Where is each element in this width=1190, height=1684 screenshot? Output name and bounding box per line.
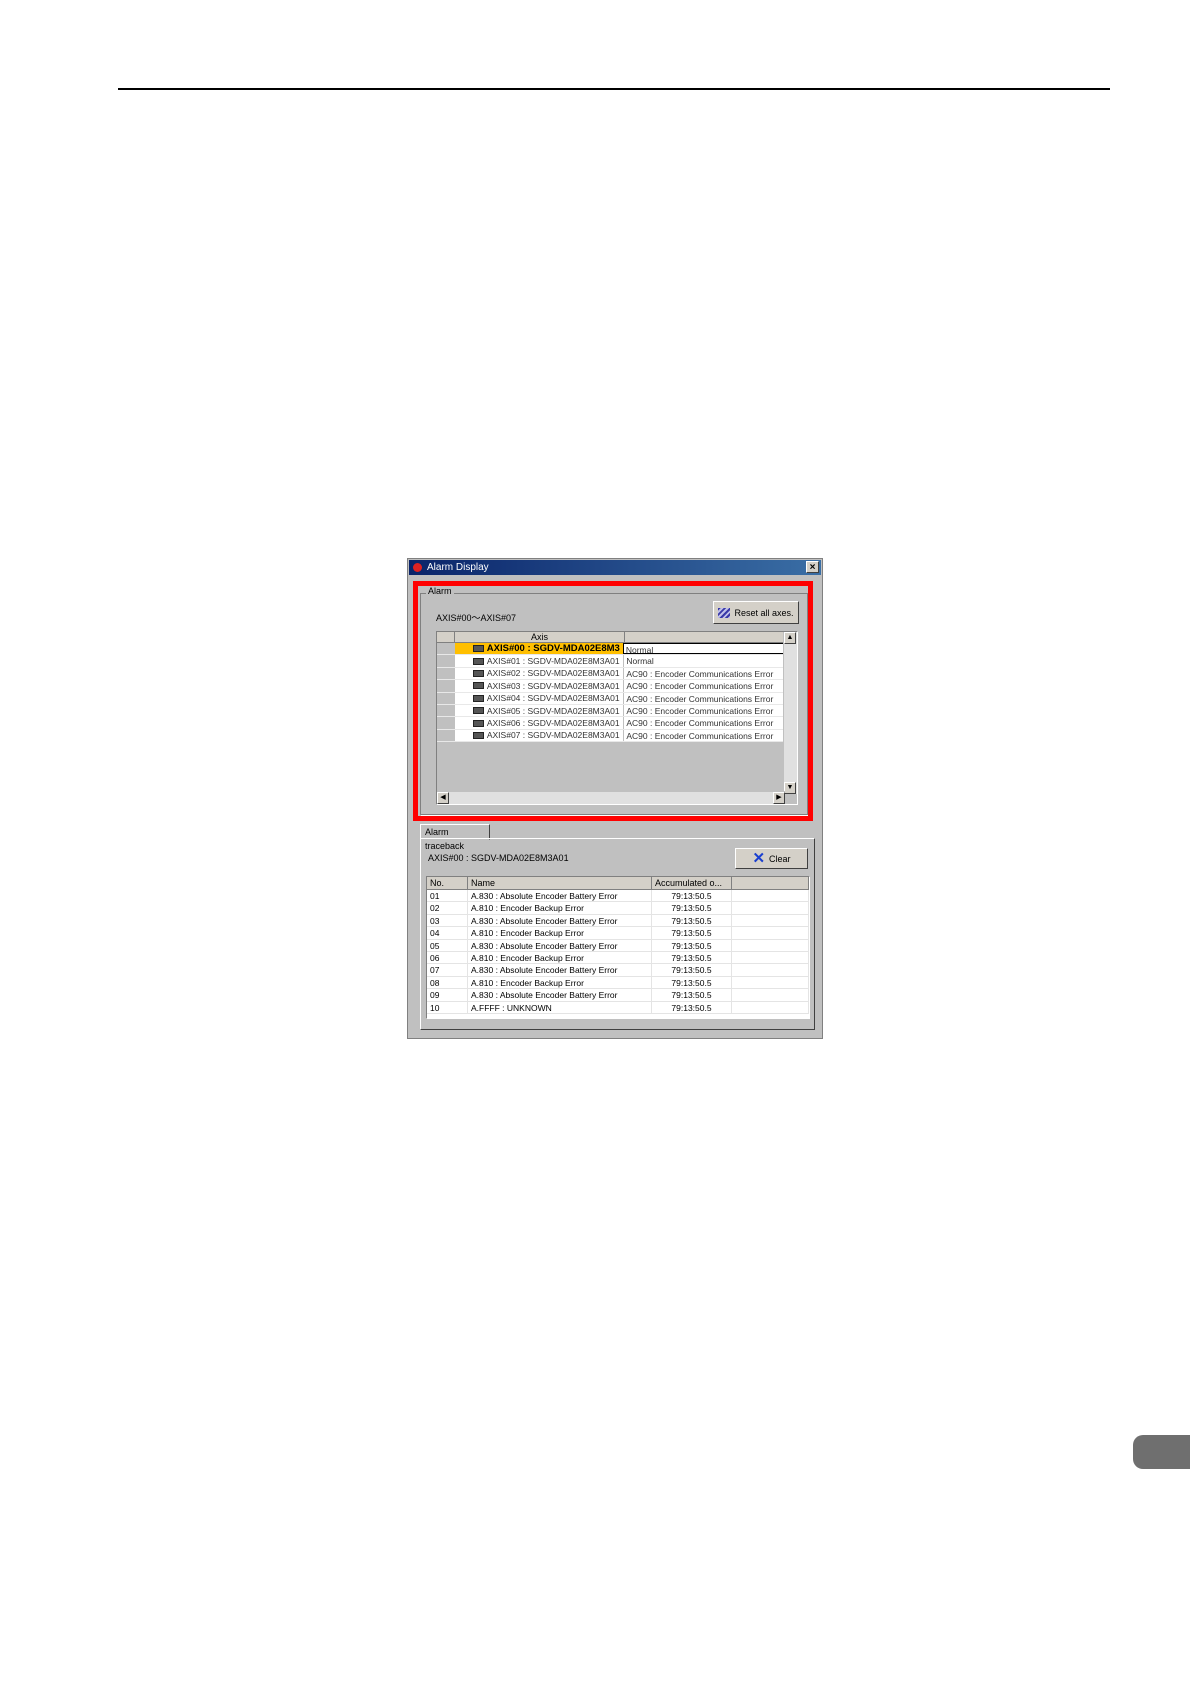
traceback-name: A.FFFF : UNKNOWN (468, 1001, 652, 1013)
top-rule (118, 88, 1110, 90)
traceback-no: 06 (427, 951, 468, 964)
clear-button[interactable]: ✕ Clear (735, 848, 808, 869)
page-side-tab (1133, 1435, 1190, 1469)
traceback-no: 07 (427, 964, 468, 976)
title-bar[interactable]: Alarm Display × (409, 560, 821, 575)
traceback-no: 05 (427, 939, 468, 951)
close-button[interactable]: × (806, 561, 819, 573)
traceback-time: 79:13:50.5 (652, 890, 732, 902)
column-header-name[interactable]: Name (468, 877, 652, 890)
traceback-row[interactable]: 05 A.830 : Absolute Encoder Battery Error… (427, 939, 809, 952)
traceback-row[interactable]: 10 A.FFFF : UNKNOWN 79:13:50.5 (427, 1001, 809, 1014)
traceback-row[interactable]: 02 A.810 : Encoder Backup Error 79:13:50.5 (427, 902, 809, 915)
traceback-extra (732, 927, 809, 939)
traceback-time: 79:13:50.5 (652, 914, 732, 927)
traceback-name: A.810 : Encoder Backup Error (468, 951, 652, 964)
traceback-row[interactable]: 07 A.830 : Absolute Encoder Battery Error… (427, 964, 809, 977)
traceback-table-header: No. Name Accumulated o... (427, 877, 809, 890)
traceback-name: A.830 : Absolute Encoder Battery Error (468, 914, 652, 927)
clear-button-label: Clear (769, 853, 791, 864)
traceback-no: 01 (427, 890, 468, 902)
alarm-display-window: Alarm Display × Alarm AXIS#00～AXIS#07 Re… (407, 558, 823, 1039)
traceback-time: 79:13:50.5 (652, 951, 732, 964)
column-header-accumulated[interactable]: Accumulated o... (652, 877, 732, 890)
alarm-app-icon (413, 563, 422, 572)
traceback-no: 09 (427, 989, 468, 1001)
traceback-name: A.830 : Absolute Encoder Battery Error (468, 964, 652, 976)
column-header-no[interactable]: No. (427, 877, 468, 890)
clear-x-icon: ✕ (752, 849, 766, 867)
traceback-extra (732, 1001, 809, 1013)
traceback-name: A.810 : Encoder Backup Error (468, 927, 652, 939)
traceback-time: 79:13:50.5 (652, 1001, 732, 1013)
traceback-time: 79:13:50.5 (652, 902, 732, 914)
traceback-no: 03 (427, 914, 468, 927)
traceback-extra (732, 902, 809, 914)
traceback-extra (732, 989, 809, 1001)
traceback-extra (732, 914, 809, 927)
traceback-no: 04 (427, 927, 468, 939)
column-header-extra[interactable] (732, 877, 809, 890)
traceback-row[interactable]: 06 A.810 : Encoder Backup Error 79:13:50.5 (427, 951, 809, 965)
traceback-time: 79:13:50.5 (652, 964, 732, 976)
traceback-extra (732, 964, 809, 976)
traceback-time: 79:13:50.5 (652, 927, 732, 939)
traceback-axis-label: AXIS#00 : SGDV-MDA02E8M3A01 (428, 853, 569, 863)
traceback-extra (732, 939, 809, 951)
traceback-row[interactable]: 03 A.830 : Absolute Encoder Battery Error… (427, 914, 809, 928)
traceback-extra (732, 976, 809, 989)
traceback-extra (732, 951, 809, 964)
window-title: Alarm Display (427, 562, 489, 573)
traceback-no: 08 (427, 976, 468, 989)
traceback-row[interactable]: 01 A.830 : Absolute Encoder Battery Error… (427, 890, 809, 903)
traceback-no: 10 (427, 1001, 468, 1013)
traceback-table-rows: 01 A.830 : Absolute Encoder Battery Error… (427, 890, 809, 1014)
traceback-tab-strip: Alarm traceback (420, 824, 816, 851)
traceback-table: No. Name Accumulated o... 01 A.830 : Abso… (426, 876, 810, 1019)
traceback-name: A.830 : Absolute Encoder Battery Error (468, 890, 652, 902)
alarm-area-highlight (413, 581, 813, 821)
traceback-no: 02 (427, 902, 468, 914)
traceback-time: 79:13:50.5 (652, 939, 732, 951)
traceback-name: A.830 : Absolute Encoder Battery Error (468, 939, 652, 951)
traceback-extra (732, 890, 809, 902)
traceback-name: A.830 : Absolute Encoder Battery Error (468, 989, 652, 1001)
traceback-time: 79:13:50.5 (652, 976, 732, 989)
traceback-time: 79:13:50.5 (652, 989, 732, 1001)
traceback-row[interactable]: 08 A.810 : Encoder Backup Error 79:13:50.5 (427, 976, 809, 990)
traceback-name: A.810 : Encoder Backup Error (468, 976, 652, 989)
traceback-row[interactable]: 09 A.830 : Absolute Encoder Battery Error… (427, 989, 809, 1002)
traceback-row[interactable]: 04 A.810 : Encoder Backup Error 79:13:50.5 (427, 927, 809, 940)
traceback-name: A.810 : Encoder Backup Error (468, 902, 652, 914)
